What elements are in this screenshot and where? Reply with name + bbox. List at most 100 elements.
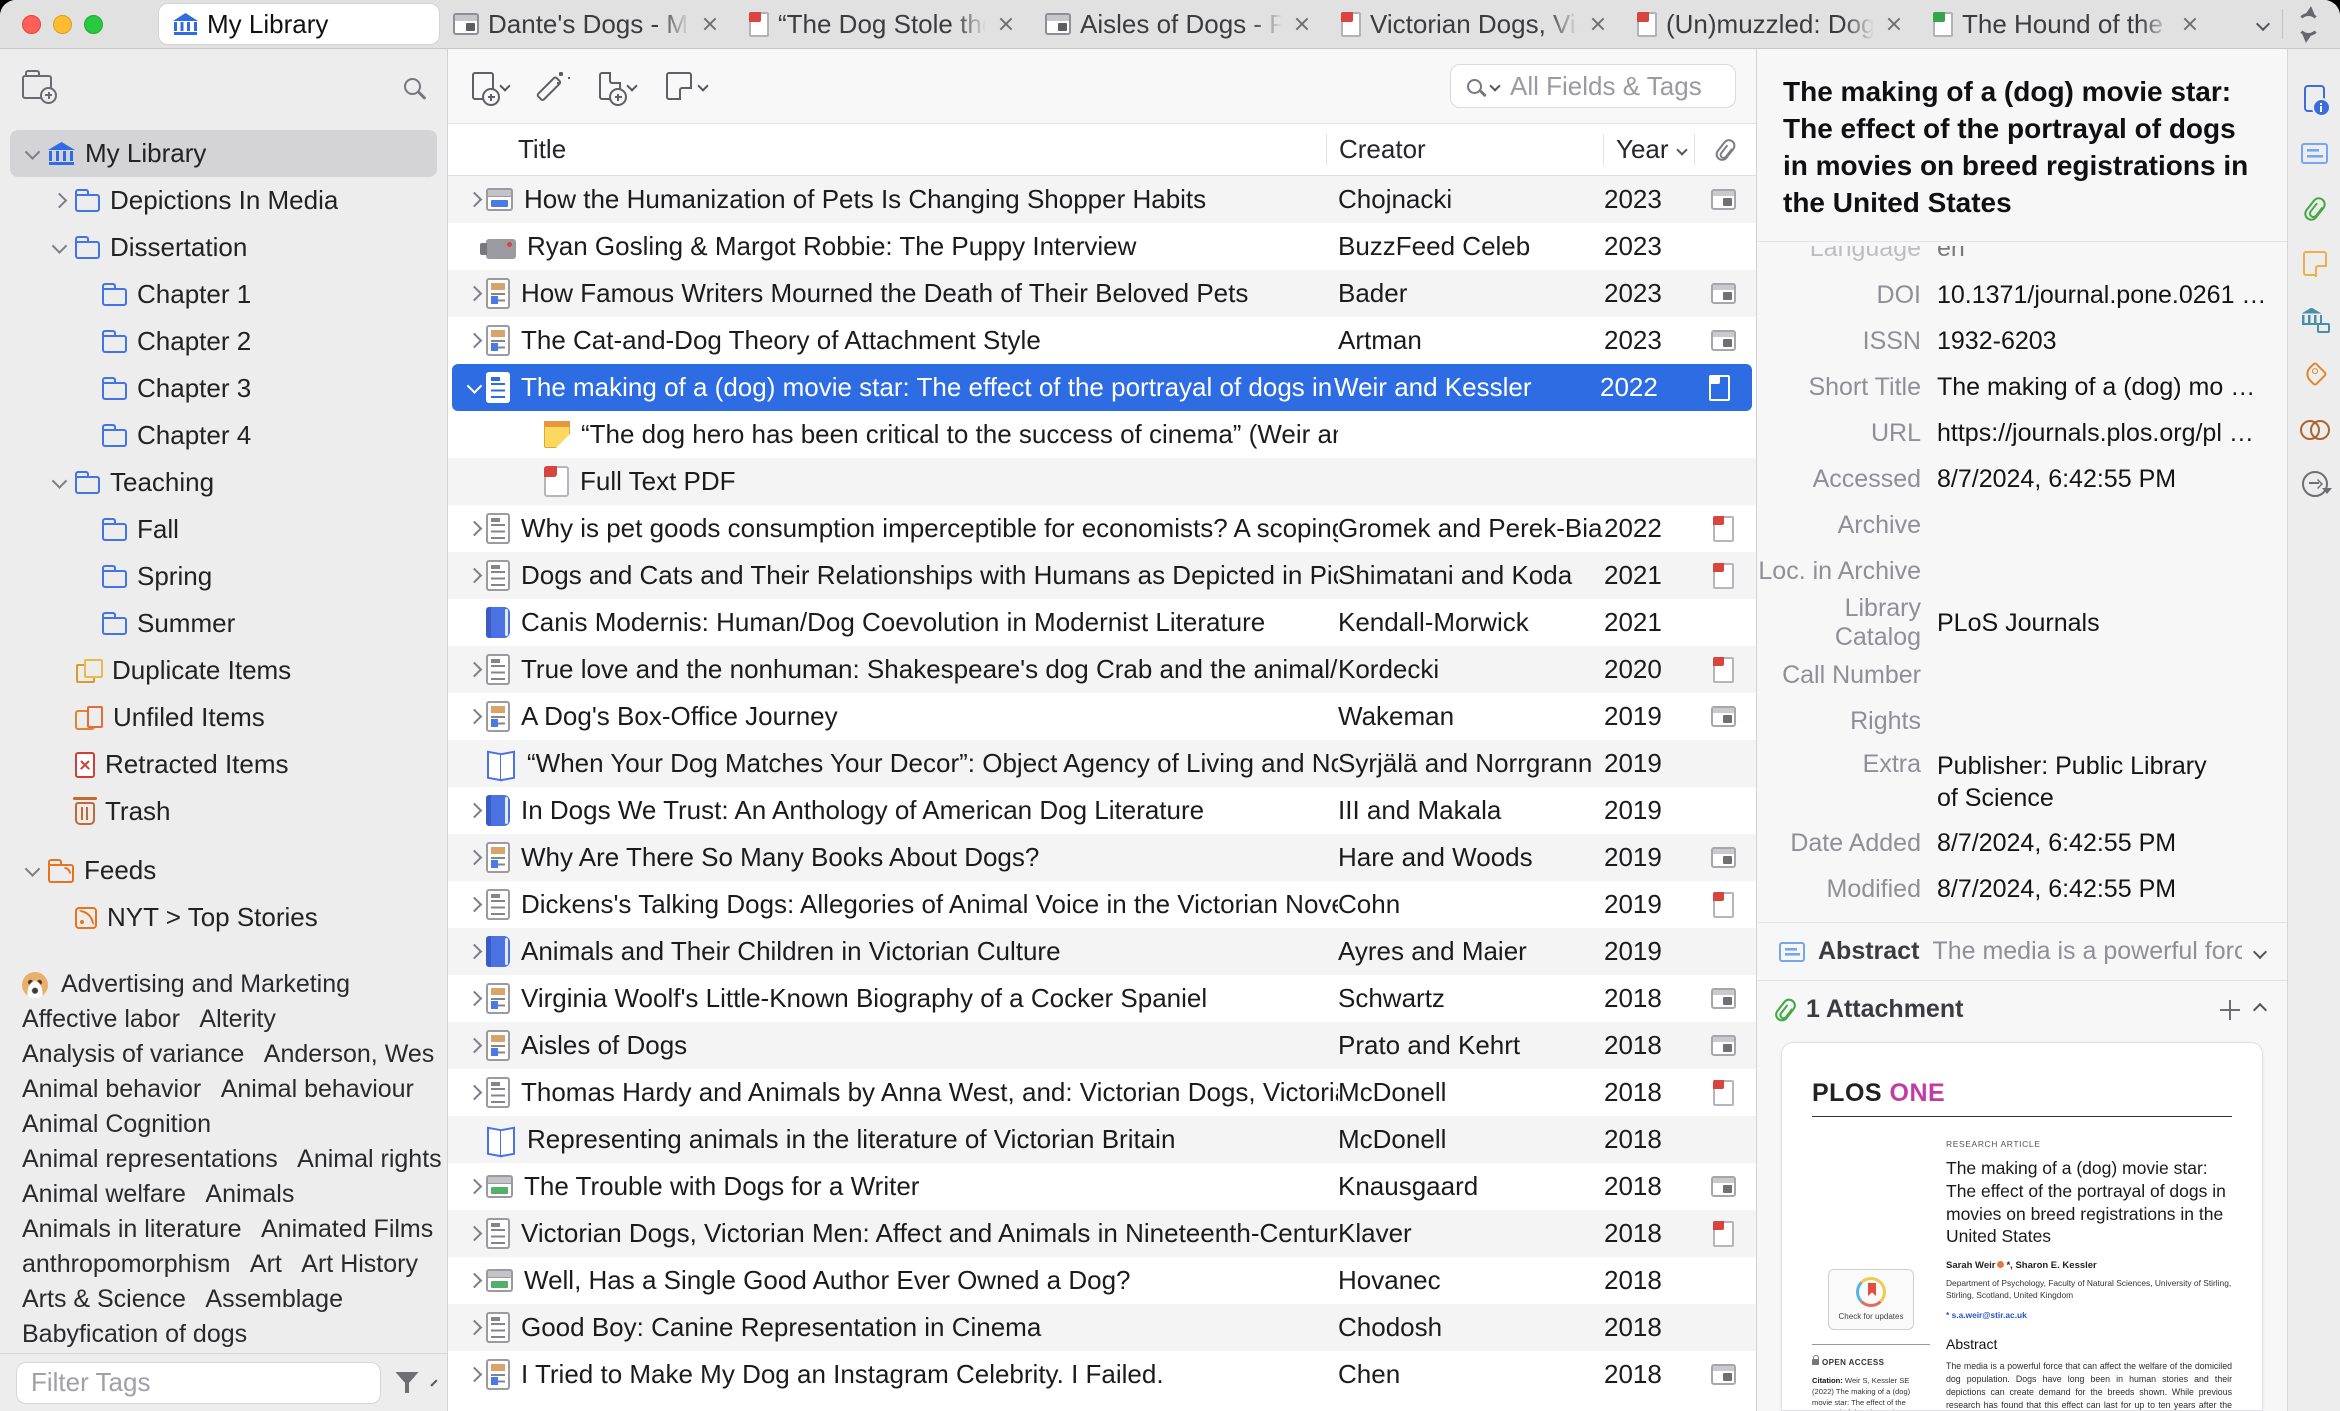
new-item-button[interactable] (472, 72, 511, 106)
metadata-field-row[interactable]: Date Added 8/7/2024, 6:42:55 PM (1757, 820, 2287, 866)
item-row[interactable]: Animals and Their Children in Victorian … (448, 928, 1756, 975)
item-row[interactable]: “When Your Dog Matches Your Decor”: Obje… (448, 740, 1756, 787)
item-twisty-icon[interactable] (462, 1081, 486, 1105)
tag-filter-chevron-icon[interactable] (430, 1378, 438, 1387)
twisty-icon[interactable] (74, 330, 98, 354)
item-pane-nav-icon[interactable] (2288, 291, 2340, 346)
item-pane-nav-icon[interactable] (2288, 456, 2340, 511)
metadata-field-row[interactable]: Loc. in Archive (1757, 548, 2287, 594)
item-row[interactable]: Canis Modernis: Human/Dog Coevolution in… (448, 599, 1756, 646)
item-twisty-icon[interactable] (462, 1269, 486, 1293)
tab[interactable]: “The Dog Stole the P (735, 4, 1031, 44)
tag-line[interactable]: Animal welfare Animals (22, 1177, 447, 1212)
item-twisty-icon[interactable] (462, 1128, 486, 1152)
item-twisty-icon[interactable] (520, 423, 544, 447)
item-twisty-icon[interactable] (462, 940, 486, 964)
add-by-identifier-button[interactable] (539, 71, 569, 101)
twisty-icon[interactable] (20, 142, 44, 166)
item-row[interactable]: “The dog hero has been critical to the s… (448, 411, 1756, 458)
tag-label[interactable]: Analysis of variance Anderson, Wes (22, 1040, 434, 1069)
collection-row[interactable]: Retracted Items (10, 741, 437, 788)
item-row[interactable]: How Famous Writers Mourned the Death of … (448, 270, 1756, 317)
item-row[interactable]: Virginia Woolf's Little-Known Biography … (448, 975, 1756, 1022)
column-header-attachment[interactable] (1694, 133, 1756, 166)
item-row[interactable]: In Dogs We Trust: An Anthology of Americ… (448, 787, 1756, 834)
item-twisty-icon[interactable] (462, 799, 486, 823)
item-row[interactable]: Dogs and Cats and Their Relationships wi… (448, 552, 1756, 599)
item-twisty-icon[interactable] (462, 1175, 486, 1199)
item-row[interactable]: Representing animals in the literature o… (448, 1116, 1756, 1163)
attachment-preview-card[interactable]: PLOS ONE Check for updates OPEN ACCESS C… (1781, 1042, 2263, 1411)
item-twisty-icon[interactable] (462, 564, 486, 588)
collection-row[interactable]: Summer (10, 600, 437, 647)
collection-row[interactable]: Duplicate Items (10, 647, 437, 694)
metadata-field-row[interactable]: Rights (1757, 698, 2287, 744)
item-pane-nav-icon[interactable] (2288, 71, 2340, 126)
tag-line[interactable]: Animal behavior Animal behaviour (22, 1072, 447, 1107)
collection-row[interactable]: Spring (10, 553, 437, 600)
item-row[interactable]: Why is pet goods consumption imperceptib… (448, 505, 1756, 552)
close-window-button[interactable] (22, 14, 41, 34)
item-row[interactable]: The Trouble with Dogs for a Writer Knaus… (448, 1163, 1756, 1210)
item-row[interactable]: How the Humanization of Pets Is Changing… (448, 176, 1756, 223)
item-twisty-icon[interactable] (462, 376, 486, 400)
item-row[interactable]: Victorian Dogs, Victorian Men: Affect an… (448, 1210, 1756, 1257)
collection-row[interactable]: Chapter 3 (10, 365, 437, 412)
field-value[interactable]: Publisher: Public Library of Science (1937, 750, 2237, 814)
collection-row[interactable]: Teaching (10, 459, 437, 506)
dog-emoji-tag[interactable] (22, 971, 48, 998)
collection-row[interactable]: Fall (10, 506, 437, 553)
item-row[interactable]: Aisles of Dogs Prato and Kehrt 2018 (448, 1022, 1756, 1069)
item-row[interactable]: The Cat-and-Dog Theory of Attachment Sty… (448, 317, 1756, 364)
item-pane-nav-icon[interactable] (2288, 346, 2340, 401)
item-pane-nav-icon[interactable] (2288, 126, 2340, 181)
new-note-button[interactable] (666, 72, 709, 101)
item-row[interactable]: Why Are There So Many Books About Dogs? … (448, 834, 1756, 881)
tag-line[interactable]: Advertising and Marketing (22, 967, 447, 1002)
collection-search-icon[interactable] (404, 78, 421, 95)
tab-close-icon[interactable] (699, 13, 721, 35)
tag-label[interactable]: Animal representations Animal rights (22, 1145, 442, 1174)
item-pane-nav-icon[interactable] (2288, 401, 2340, 456)
field-value[interactable]: 1932-6203 (1937, 327, 2287, 356)
twisty-icon[interactable] (74, 377, 98, 401)
item-row[interactable]: Good Boy: Canine Representation in Cinem… (448, 1304, 1756, 1351)
tab[interactable]: Dante's Dogs - Mang (439, 4, 735, 44)
item-twisty-icon[interactable] (462, 846, 486, 870)
tab-close-icon[interactable] (1587, 13, 1609, 35)
twisty-icon[interactable] (47, 800, 71, 824)
collection-row[interactable]: Unfiled Items (10, 694, 437, 741)
collection-row[interactable]: Dissertation (10, 224, 437, 271)
add-attachment-button[interactable] (599, 71, 638, 106)
zoom-window-button[interactable] (84, 14, 103, 34)
twisty-icon[interactable] (47, 753, 71, 777)
column-header-title[interactable]: Title (448, 134, 1326, 165)
twisty-icon[interactable] (47, 906, 71, 930)
field-value[interactable]: en (1937, 246, 2287, 263)
metadata-field-row[interactable]: Archive (1757, 502, 2287, 548)
metadata-field-row[interactable]: Library Catalog PLoS Journals (1757, 594, 2287, 652)
item-twisty-icon[interactable] (462, 893, 486, 917)
metadata-field-row[interactable]: Accessed 8/7/2024, 6:42:55 PM (1757, 456, 2287, 502)
tab[interactable]: The Hound of the Ba (1919, 4, 2215, 44)
item-twisty-icon[interactable] (462, 1316, 486, 1340)
tab[interactable]: (Un)muzzled: Dogs i (1623, 4, 1919, 44)
item-twisty-icon[interactable] (462, 1222, 486, 1246)
collection-row[interactable]: My Library (10, 130, 437, 177)
metadata-field-row[interactable]: Extra Publisher: Public Library of Scien… (1757, 744, 2287, 820)
twisty-icon[interactable] (47, 706, 71, 730)
collection-row[interactable]: NYT > Top Stories (10, 894, 437, 941)
item-row[interactable]: True love and the nonhuman: Shakespeare'… (448, 646, 1756, 693)
tab-close-icon[interactable] (1883, 13, 1905, 35)
tag-line[interactable]: Affective labor Alterity (22, 1002, 447, 1037)
item-pane-nav-icon[interactable] (2288, 181, 2340, 236)
collection-row[interactable]: Feeds (10, 847, 437, 894)
twisty-icon[interactable] (47, 659, 71, 683)
column-header-creator[interactable]: Creator (1326, 133, 1603, 166)
abstract-section[interactable]: Abstract The media is a powerful forc… (1757, 922, 2287, 980)
item-row[interactable]: I Tried to Make My Dog an Instagram Cele… (448, 1351, 1756, 1398)
twisty-icon[interactable] (47, 189, 71, 213)
collection-row[interactable]: Trash (10, 788, 437, 835)
item-row[interactable]: The making of a (dog) movie star: The ef… (452, 364, 1752, 411)
item-twisty-icon[interactable] (462, 987, 486, 1011)
